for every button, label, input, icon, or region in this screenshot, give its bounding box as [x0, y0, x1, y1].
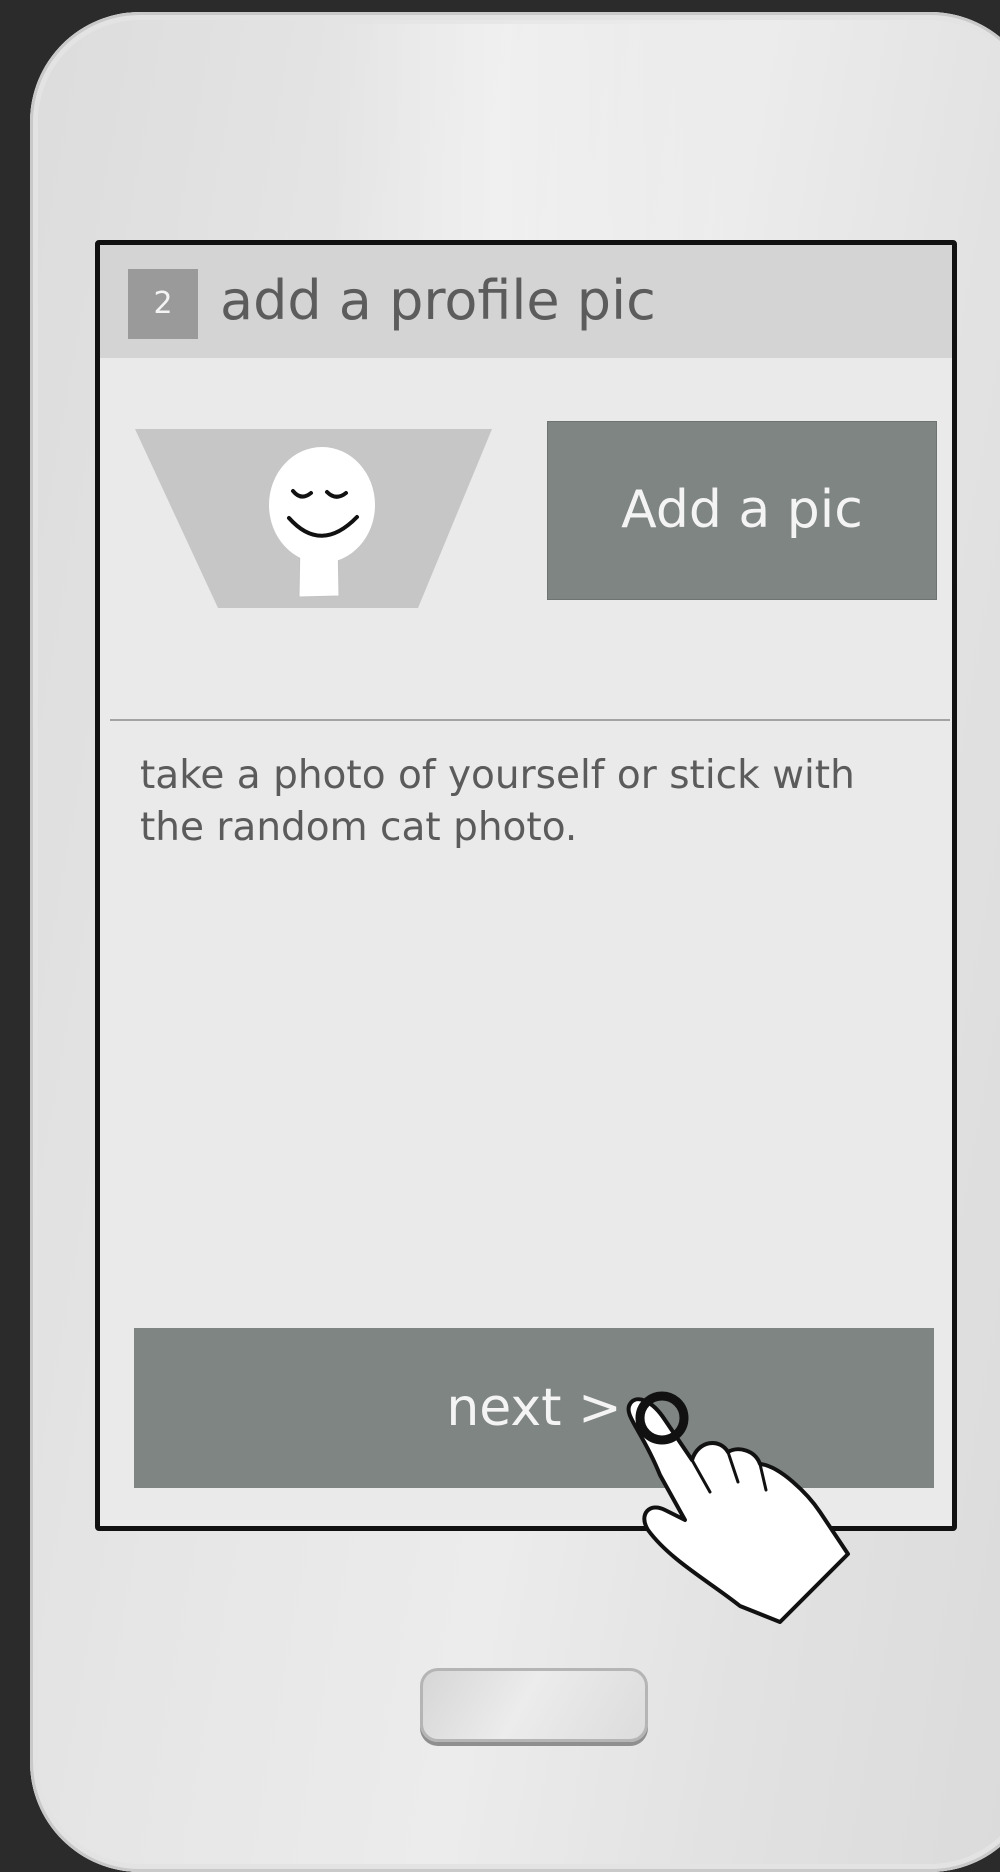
phone-gloss [330, 24, 750, 264]
step-number-badge: 2 [128, 269, 198, 339]
next-button[interactable]: next > [134, 1328, 934, 1488]
home-button[interactable] [420, 1668, 648, 1742]
avatar-placeholder-icon [135, 429, 492, 608]
add-pic-button[interactable]: Add a pic [547, 421, 937, 600]
step-description: take a photo of yourself or stick with t… [140, 753, 855, 850]
step-header: 2 add a profile pic [100, 245, 952, 358]
phone-screen: 2 add a profile pic Add a pic take a pho… [95, 240, 957, 1531]
avatar-head [269, 447, 375, 563]
step-title: add a profile pic [220, 269, 656, 332]
divider [110, 719, 950, 721]
